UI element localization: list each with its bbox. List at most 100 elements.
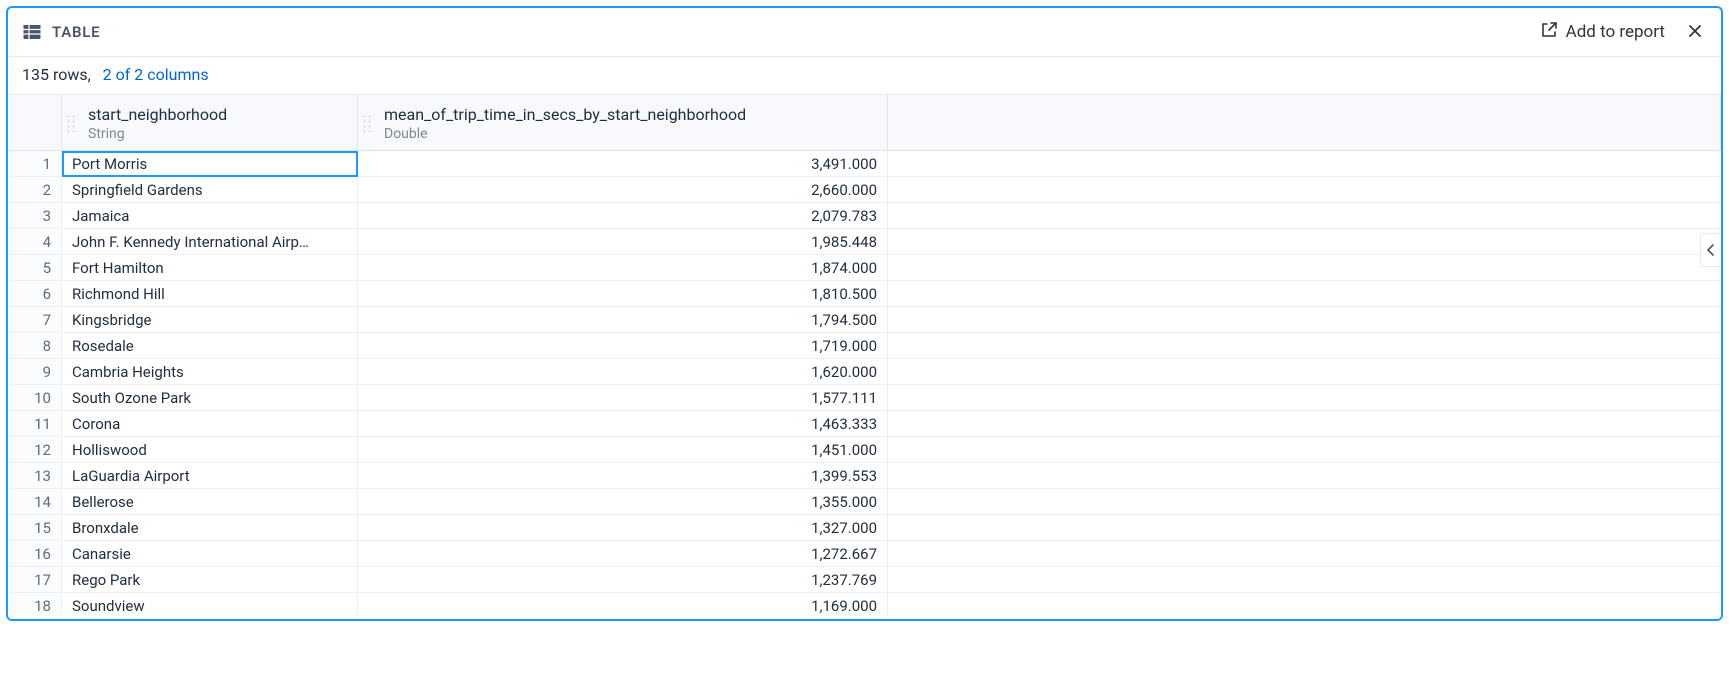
table-cell-empty	[888, 463, 1721, 489]
table-cell[interactable]: 2,079.783	[358, 203, 888, 229]
column-type: Double	[384, 126, 875, 142]
table-cell[interactable]: 1,451.000	[358, 437, 888, 463]
table-cell[interactable]: 1,620.000	[358, 359, 888, 385]
export-icon	[1540, 21, 1558, 44]
row-index[interactable]: 15	[8, 515, 62, 541]
table-cell[interactable]: 1,577.111	[358, 385, 888, 411]
row-index[interactable]: 4	[8, 229, 62, 255]
row-index[interactable]: 1	[8, 151, 62, 177]
row-index[interactable]: 2	[8, 177, 62, 203]
data-grid: start_neighborhood String mean_of_trip_t…	[8, 95, 1721, 619]
table-cell[interactable]: Fort Hamilton	[62, 255, 358, 281]
column-type: String	[88, 126, 345, 142]
table-cell-empty	[888, 203, 1721, 229]
panel-actions: Add to report	[1540, 18, 1707, 46]
table-cell-empty	[888, 515, 1721, 541]
add-to-report-label: Add to report	[1566, 22, 1665, 42]
table-cell-empty	[888, 489, 1721, 515]
row-index[interactable]: 7	[8, 307, 62, 333]
table-cell[interactable]: Bellerose	[62, 489, 358, 515]
table-cell[interactable]: 1,463.333	[358, 411, 888, 437]
table-cell[interactable]: 1,169.000	[358, 593, 888, 619]
add-to-report-button[interactable]: Add to report	[1540, 21, 1665, 44]
table-cell[interactable]: Springfield Gardens	[62, 177, 358, 203]
table-cell-empty	[888, 281, 1721, 307]
column-header-empty	[888, 95, 1721, 151]
table-cell[interactable]: Bronxdale	[62, 515, 358, 541]
panel-title-group: TABLE	[22, 22, 100, 42]
row-index[interactable]: 11	[8, 411, 62, 437]
table-cell[interactable]: 1,272.667	[358, 541, 888, 567]
table-cell[interactable]: 1,874.000	[358, 255, 888, 281]
row-index[interactable]: 17	[8, 567, 62, 593]
table-cell-empty	[888, 437, 1721, 463]
rows-count-label: 135 rows,	[22, 65, 91, 84]
table-cell[interactable]: Port Morris	[62, 151, 358, 177]
table-cell[interactable]: Cambria Heights	[62, 359, 358, 385]
expand-side-panel-button[interactable]	[1700, 233, 1721, 267]
table-cell[interactable]: South Ozone Park	[62, 385, 358, 411]
table-cell[interactable]: 1,237.769	[358, 567, 888, 593]
table-cell-empty	[888, 177, 1721, 203]
table-cell-empty	[888, 593, 1721, 619]
table-cell[interactable]: Soundview	[62, 593, 358, 619]
column-name: start_neighborhood	[88, 105, 345, 124]
table-cell-empty	[888, 567, 1721, 593]
table-cell[interactable]: 1,327.000	[358, 515, 888, 541]
drag-handle-icon[interactable]	[362, 114, 372, 132]
row-index[interactable]: 12	[8, 437, 62, 463]
table-cell[interactable]: Corona	[62, 411, 358, 437]
table-cell-empty	[888, 385, 1721, 411]
table-cell[interactable]: Holliswood	[62, 437, 358, 463]
table-cell-empty	[888, 333, 1721, 359]
table-cell[interactable]: 1,719.000	[358, 333, 888, 359]
column-header-mean-trip-time[interactable]: mean_of_trip_time_in_secs_by_start_neigh…	[358, 95, 888, 151]
table-cell[interactable]: Richmond Hill	[62, 281, 358, 307]
table-cell[interactable]: 3,491.000	[358, 151, 888, 177]
row-index[interactable]: 8	[8, 333, 62, 359]
row-index[interactable]: 18	[8, 593, 62, 619]
table-cell[interactable]: 1,355.000	[358, 489, 888, 515]
chevron-left-icon	[1706, 244, 1716, 256]
table-cell[interactable]: 1,810.500	[358, 281, 888, 307]
close-button[interactable]	[1683, 18, 1707, 46]
table-cell[interactable]: LaGuardia Airport	[62, 463, 358, 489]
meta-bar: 135 rows, 2 of 2 columns	[8, 57, 1721, 94]
table-cell[interactable]: Rosedale	[62, 333, 358, 359]
column-name: mean_of_trip_time_in_secs_by_start_neigh…	[384, 105, 875, 124]
table-cell-empty	[888, 151, 1721, 177]
row-index[interactable]: 3	[8, 203, 62, 229]
columns-count-link[interactable]: 2 of 2 columns	[103, 65, 209, 84]
close-icon	[1687, 20, 1703, 44]
table-cell[interactable]: John F. Kennedy International Airp…	[62, 229, 358, 255]
table-cell-empty	[888, 229, 1721, 255]
table-cell-empty	[888, 541, 1721, 567]
drag-handle-icon[interactable]	[66, 114, 76, 132]
panel-title: TABLE	[52, 23, 100, 41]
panel-header: TABLE Add to report	[8, 8, 1721, 57]
row-index[interactable]: 16	[8, 541, 62, 567]
table-icon	[22, 22, 42, 42]
row-index[interactable]: 10	[8, 385, 62, 411]
row-index[interactable]: 6	[8, 281, 62, 307]
table-panel: TABLE Add to report 135 rows,	[6, 6, 1723, 621]
row-index-header	[8, 95, 62, 151]
row-index[interactable]: 9	[8, 359, 62, 385]
table-cell-empty	[888, 359, 1721, 385]
table-cell[interactable]: 2,660.000	[358, 177, 888, 203]
table-cell[interactable]: 1,985.448	[358, 229, 888, 255]
table-cell[interactable]: Rego Park	[62, 567, 358, 593]
table-cell[interactable]: Canarsie	[62, 541, 358, 567]
table-cell[interactable]: 1,399.553	[358, 463, 888, 489]
table-cell-empty	[888, 411, 1721, 437]
table-wrap: start_neighborhood String mean_of_trip_t…	[8, 94, 1721, 619]
row-index[interactable]: 14	[8, 489, 62, 515]
table-cell-empty	[888, 307, 1721, 333]
column-header-start-neighborhood[interactable]: start_neighborhood String	[62, 95, 358, 151]
table-cell-empty	[888, 255, 1721, 281]
table-cell[interactable]: Jamaica	[62, 203, 358, 229]
row-index[interactable]: 13	[8, 463, 62, 489]
table-cell[interactable]: Kingsbridge	[62, 307, 358, 333]
row-index[interactable]: 5	[8, 255, 62, 281]
table-cell[interactable]: 1,794.500	[358, 307, 888, 333]
